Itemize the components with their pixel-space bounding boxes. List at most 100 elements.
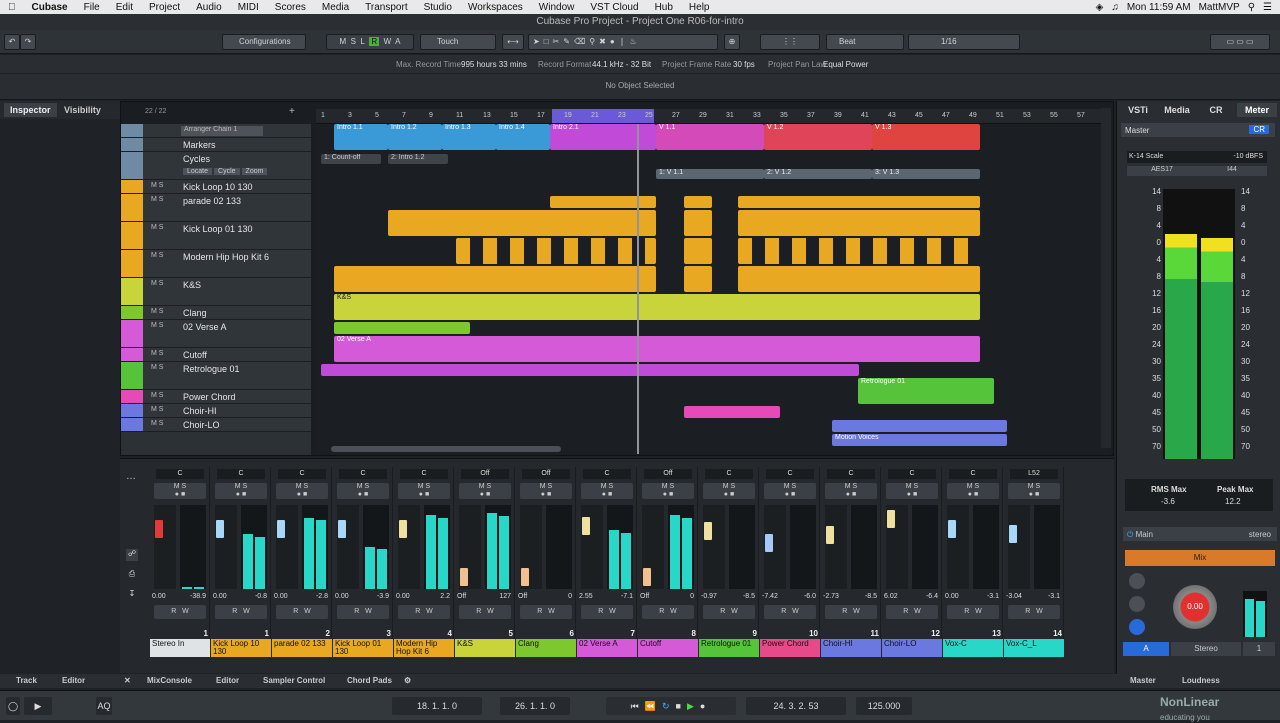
listen-all-button[interactable]: L (360, 37, 364, 46)
mute-solo-buttons[interactable]: M S (151, 420, 163, 427)
tool-palette[interactable]: ➤□✂✎⌫⚲✖●❘♨ (528, 34, 718, 50)
download-icon[interactable]: ↧ (126, 589, 138, 601)
tab-editor-left[interactable]: Editor (62, 676, 85, 685)
track-name[interactable]: Choir-LO (183, 420, 220, 430)
mute-solo-read-buttons[interactable]: M S ● ■ (154, 483, 206, 499)
fader-handle[interactable] (155, 520, 163, 538)
add-track-icon[interactable]: + (289, 106, 295, 117)
position-display[interactable]: 24. 3. 2. 53 (746, 697, 846, 715)
track-name[interactable]: Clang (183, 308, 207, 318)
channel-name[interactable]: parade 02 133 (272, 639, 332, 657)
read-write-buttons[interactable]: R W (825, 605, 877, 619)
mute-solo-read-buttons[interactable]: M S ● ■ (398, 483, 450, 499)
volume-fader[interactable] (1008, 505, 1030, 589)
fader-value[interactable]: Off (518, 593, 527, 600)
volume-fader[interactable] (825, 505, 847, 589)
pan-law-value[interactable]: Equal Power (823, 60, 868, 69)
mute-solo-buttons[interactable]: M S (151, 280, 163, 287)
level-values[interactable]: Off 0 (518, 593, 574, 603)
control-room-volume-knob[interactable]: 0.00 (1173, 585, 1217, 629)
mute-solo-read-buttons[interactable]: M S ● ■ (581, 483, 633, 499)
fader-value[interactable]: -0.97 (701, 593, 717, 600)
audio-event[interactable] (738, 196, 980, 208)
peak-value[interactable]: -38.9 (190, 593, 206, 600)
right-locator[interactable]: 26. 1. 1. 0 (500, 697, 570, 715)
audio-event[interactable] (684, 210, 712, 236)
search-icon[interactable]: ⚲ (1248, 2, 1255, 13)
menu-audio[interactable]: Audio (188, 2, 230, 13)
mute-solo-read-buttons[interactable]: M S ● ■ (825, 483, 877, 499)
tab-sampler-control[interactable]: Sampler Control (263, 676, 325, 685)
pan-control[interactable]: C (949, 469, 997, 479)
arranger-part[interactable]: Intro 2.1 (550, 124, 656, 150)
volume-fader[interactable] (520, 505, 542, 589)
track-name[interactable]: parade 02 133 (183, 196, 241, 206)
pan-control[interactable]: C (339, 469, 387, 479)
fader-value[interactable]: -3.04 (1006, 593, 1022, 600)
peak-value[interactable]: -2.8 (316, 593, 328, 600)
peak-value[interactable]: 0 (568, 593, 572, 600)
level-values[interactable]: Off 0 (640, 593, 696, 603)
arranger-part[interactable]: Intro 1.2 (388, 124, 442, 150)
left-locator[interactable]: 18. 1. 1. 0 (392, 697, 482, 715)
quantize-dropdown[interactable]: 1/16 (908, 34, 1020, 50)
fader-value[interactable]: Off (640, 593, 649, 600)
channel-name[interactable]: 02 Verse A (577, 639, 637, 657)
arranger-part[interactable]: V 1.3 (872, 124, 980, 150)
track-name[interactable]: Choir-HI (183, 406, 217, 416)
locate-button[interactable]: Locate (183, 168, 213, 175)
volume-fader[interactable] (764, 505, 786, 589)
mute-solo-read-buttons[interactable]: M S ● ■ (337, 483, 389, 499)
pan-control[interactable]: C (400, 469, 448, 479)
read-write-buttons[interactable]: R W (642, 605, 694, 619)
event-display[interactable]: Intro 1.1 Intro 1.2 Intro 1.3 Intro 1.4 … (316, 124, 1106, 454)
track-row[interactable]: M S Kick Loop 10 130 (121, 180, 311, 194)
audio-event[interactable] (738, 210, 980, 236)
snap-type-dropdown[interactable]: Beat (826, 34, 904, 50)
mute-solo-read-buttons[interactable]: M S ● ■ (276, 483, 328, 499)
peak-value[interactable]: -0.8 (255, 593, 267, 600)
frame-rate-value[interactable]: 30 fps (733, 60, 755, 69)
level-values[interactable]: 6.02 -6.4 (884, 593, 940, 603)
ref-level-button[interactable] (1129, 619, 1145, 635)
stop-icon[interactable]: ■ (676, 701, 687, 711)
volume-fader[interactable] (703, 505, 725, 589)
level-values[interactable]: -3.04 -3.1 (1006, 593, 1062, 603)
level-values[interactable]: 0.00 -3.1 (945, 593, 1001, 603)
menu-app[interactable]: Cubase (24, 2, 76, 13)
level-values[interactable]: 0.00 -0.8 (213, 593, 269, 603)
channel-name[interactable]: Vox-C_L (1004, 639, 1064, 657)
fader-handle[interactable] (704, 522, 712, 540)
snap-icon[interactable]: ⊕ (724, 34, 740, 50)
channel-name[interactable]: Modern Hip Hop Kit 6 (394, 639, 454, 657)
tab-vsti[interactable]: VSTi (1121, 103, 1155, 117)
track-name[interactable]: 02 Verse A (183, 322, 227, 332)
arranger-chain-dropdown[interactable]: Arranger Chain 1 (181, 126, 263, 136)
track-row[interactable]: Markers (121, 138, 311, 152)
project-cursor[interactable] (637, 124, 639, 454)
play-icon[interactable]: ▶ (687, 701, 700, 711)
a-button[interactable]: A (395, 37, 400, 46)
pan-control[interactable]: Off (461, 469, 509, 479)
fader-value[interactable]: 6.02 (884, 593, 898, 600)
level-values[interactable]: 0.00 -38.9 (152, 593, 208, 603)
channel-name[interactable]: Power Chord (760, 639, 820, 657)
play-mode-icon[interactable]: ▶ (24, 697, 52, 715)
fader-value[interactable]: -7.42 (762, 593, 778, 600)
cycle-marker[interactable]: 2: V 1.2 (764, 169, 872, 179)
grid-icon[interactable]: ⋮⋮ (760, 34, 820, 50)
channel-name[interactable]: Kick Loop 10 130 (211, 639, 271, 657)
user-name[interactable]: MattMVP (1199, 2, 1240, 13)
arranger-part[interactable]: Intro 1.1 (334, 124, 388, 150)
link-icon[interactable]: ☍ (126, 549, 138, 561)
fader-value[interactable]: 0.00 (396, 593, 410, 600)
track-row[interactable]: M S 02 Verse A (121, 320, 311, 348)
read-write-buttons[interactable]: R W (398, 605, 450, 619)
channel-name[interactable]: Clang (516, 639, 576, 657)
mute-solo-read-buttons[interactable]: M S ● ■ (764, 483, 816, 499)
read-write-buttons[interactable]: R W (276, 605, 328, 619)
mute-solo-read-buttons[interactable]: M S ● ■ (520, 483, 572, 499)
aes-button[interactable]: AES17 (1127, 166, 1197, 176)
track-row[interactable]: M S parade 02 133 (121, 194, 311, 222)
cr-badge[interactable]: CR (1249, 125, 1269, 134)
